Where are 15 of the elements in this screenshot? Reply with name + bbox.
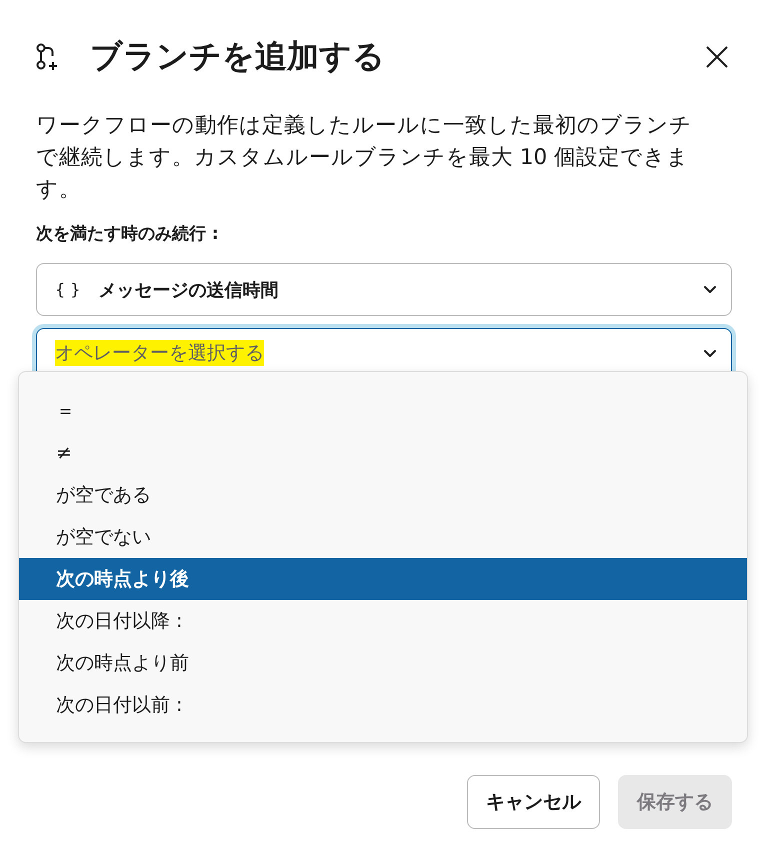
chevron-down-icon bbox=[703, 348, 717, 358]
menu-option[interactable]: 次の日付以降 : bbox=[19, 600, 747, 642]
description: ワークフローの動作は定義したルールに一致した最初のブランチで継続します。カスタムルールブランチを最大 10 個設定できます。 bbox=[36, 112, 693, 204]
field-label: 次を満たす時のみ続行 : bbox=[36, 223, 220, 245]
menu-option[interactable]: 次の時点より前 bbox=[19, 642, 747, 684]
cancel-button[interactable]: キャンセル bbox=[467, 775, 600, 829]
menu-option[interactable]: ≠ bbox=[19, 432, 747, 474]
variable-select[interactable]: { } メッセージの送信時間 bbox=[36, 263, 732, 316]
menu-option[interactable]: が空でない bbox=[19, 516, 747, 558]
dialog-title: ブランチを追加する bbox=[90, 36, 386, 77]
menu-option[interactable]: 次の日付以前 : bbox=[19, 684, 747, 726]
menu-option[interactable]: ＝ bbox=[19, 390, 747, 432]
menu-option[interactable]: が空である bbox=[19, 474, 747, 516]
menu-option[interactable]: 次の時点より後 bbox=[19, 558, 747, 600]
chevron-down-icon bbox=[703, 285, 717, 294]
